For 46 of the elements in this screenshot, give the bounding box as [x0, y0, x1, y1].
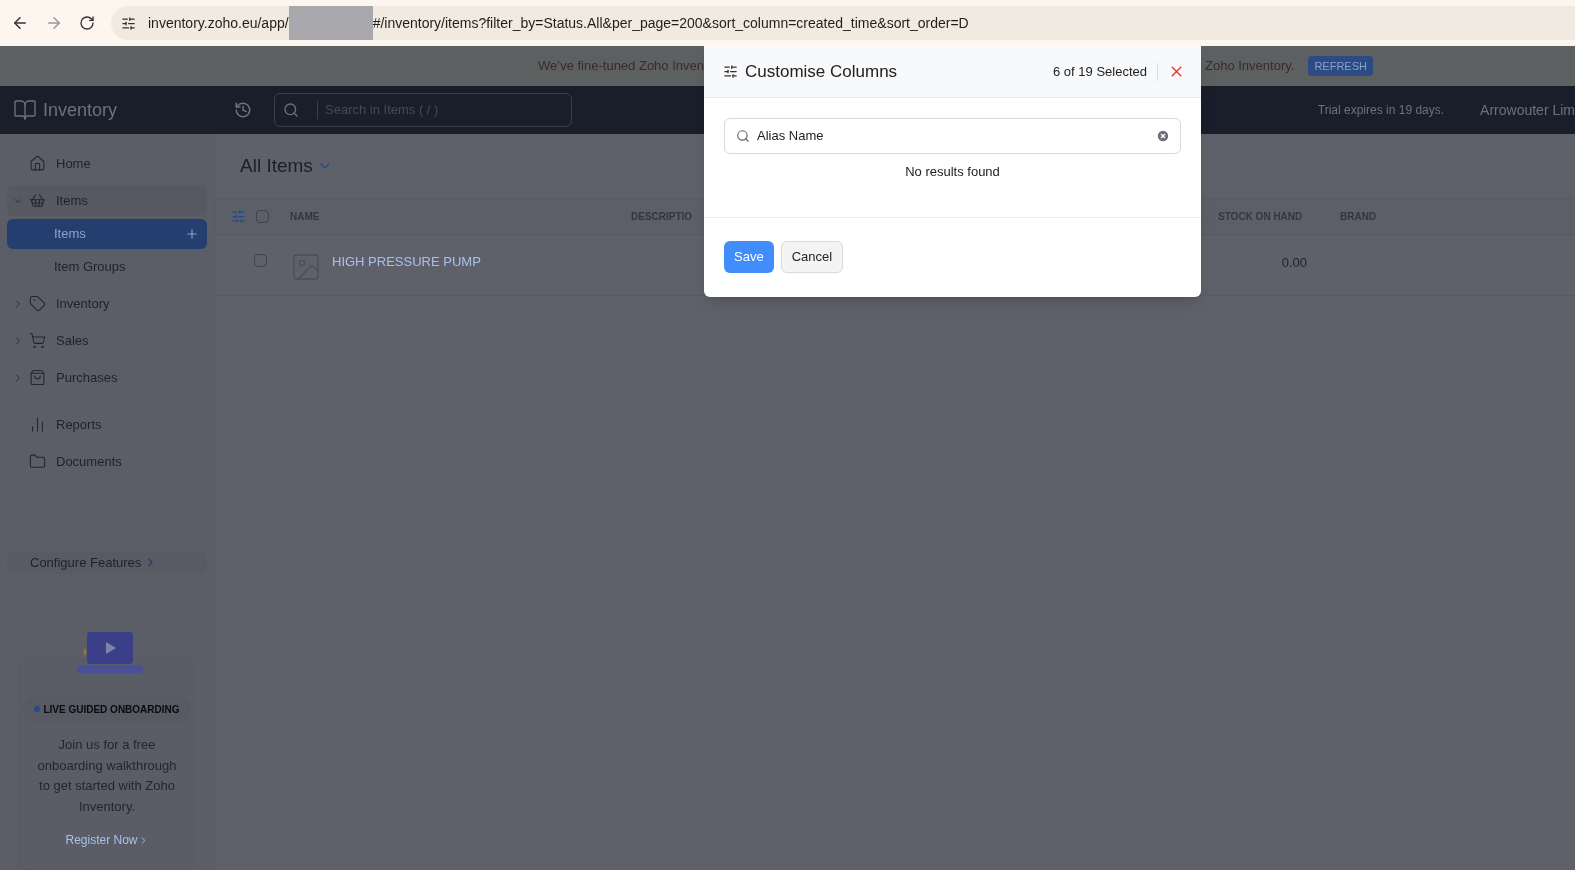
- dialog-title: Customise Columns: [745, 60, 898, 83]
- history-icon[interactable]: [234, 101, 252, 119]
- cart-icon: [29, 332, 46, 349]
- no-results-text: No results found: [905, 163, 1000, 181]
- sidebar-item[interactable]: Sales: [7, 325, 207, 356]
- sidebar-item[interactable]: Reports: [7, 409, 207, 440]
- reload-icon[interactable]: [79, 15, 95, 31]
- clear-icon[interactable]: [1156, 129, 1170, 143]
- folder-icon: [29, 453, 46, 470]
- page-title[interactable]: All Items: [240, 151, 313, 181]
- sliders-icon: [723, 64, 738, 79]
- refresh-button[interactable]: REFRESH: [1308, 56, 1373, 76]
- cancel-button[interactable]: Cancel: [780, 241, 844, 273]
- site-settings-icon[interactable]: [121, 15, 136, 31]
- book-icon: [13, 98, 37, 122]
- sidebar-item[interactable]: Purchases: [7, 362, 207, 393]
- save-button[interactable]: Save: [724, 241, 774, 273]
- forward-icon[interactable]: [45, 14, 63, 32]
- trial-notice: Trial expires in 19 days.: [1317, 102, 1445, 119]
- onboarding-badge: LIVE GUIDED ONBOARDING: [23, 695, 191, 723]
- back-icon[interactable]: [11, 14, 29, 32]
- basket-icon: [29, 192, 46, 209]
- add-icon[interactable]: [185, 227, 199, 241]
- tag-icon: [29, 295, 46, 312]
- sidebar-item[interactable]: Inventory: [7, 288, 207, 319]
- search-input[interactable]: Alias Name: [757, 126, 1156, 146]
- sidebar-subitem[interactable]: Item Groups: [7, 252, 207, 282]
- sidebar-item[interactable]: Items: [7, 185, 207, 216]
- bag-icon: [29, 369, 46, 386]
- configure-features-button[interactable]: Configure Features: [7, 551, 207, 574]
- search-icon: [283, 102, 299, 118]
- select-all-checkbox[interactable]: [256, 210, 269, 223]
- sidebar-item[interactable]: Home: [7, 148, 207, 179]
- selection-count: 6 of 19 Selected: [1053, 62, 1147, 81]
- search-icon: [736, 129, 750, 143]
- sidebar-subitem[interactable]: Items: [7, 219, 207, 249]
- address-bar[interactable]: inventory.zoho.eu/app/ #/inventory/items?filter_by=Status.All&per_page=200&sort_column=created_time&sort_order=D: [111, 6, 1575, 40]
- app-name[interactable]: Inventory: [43, 96, 118, 124]
- sidebar-item[interactable]: Documents: [7, 446, 207, 477]
- home-icon: [29, 155, 46, 172]
- bar-chart-icon: [29, 416, 46, 433]
- row-checkbox[interactable]: [254, 254, 267, 267]
- stock-cell-text: 0.00: [1280, 254, 1307, 272]
- register-link[interactable]: Register Now: [65, 831, 149, 849]
- organization-name[interactable]: Arrowouter Lim: [1480, 99, 1575, 121]
- column-search-field[interactable]: Alias Name: [724, 118, 1181, 154]
